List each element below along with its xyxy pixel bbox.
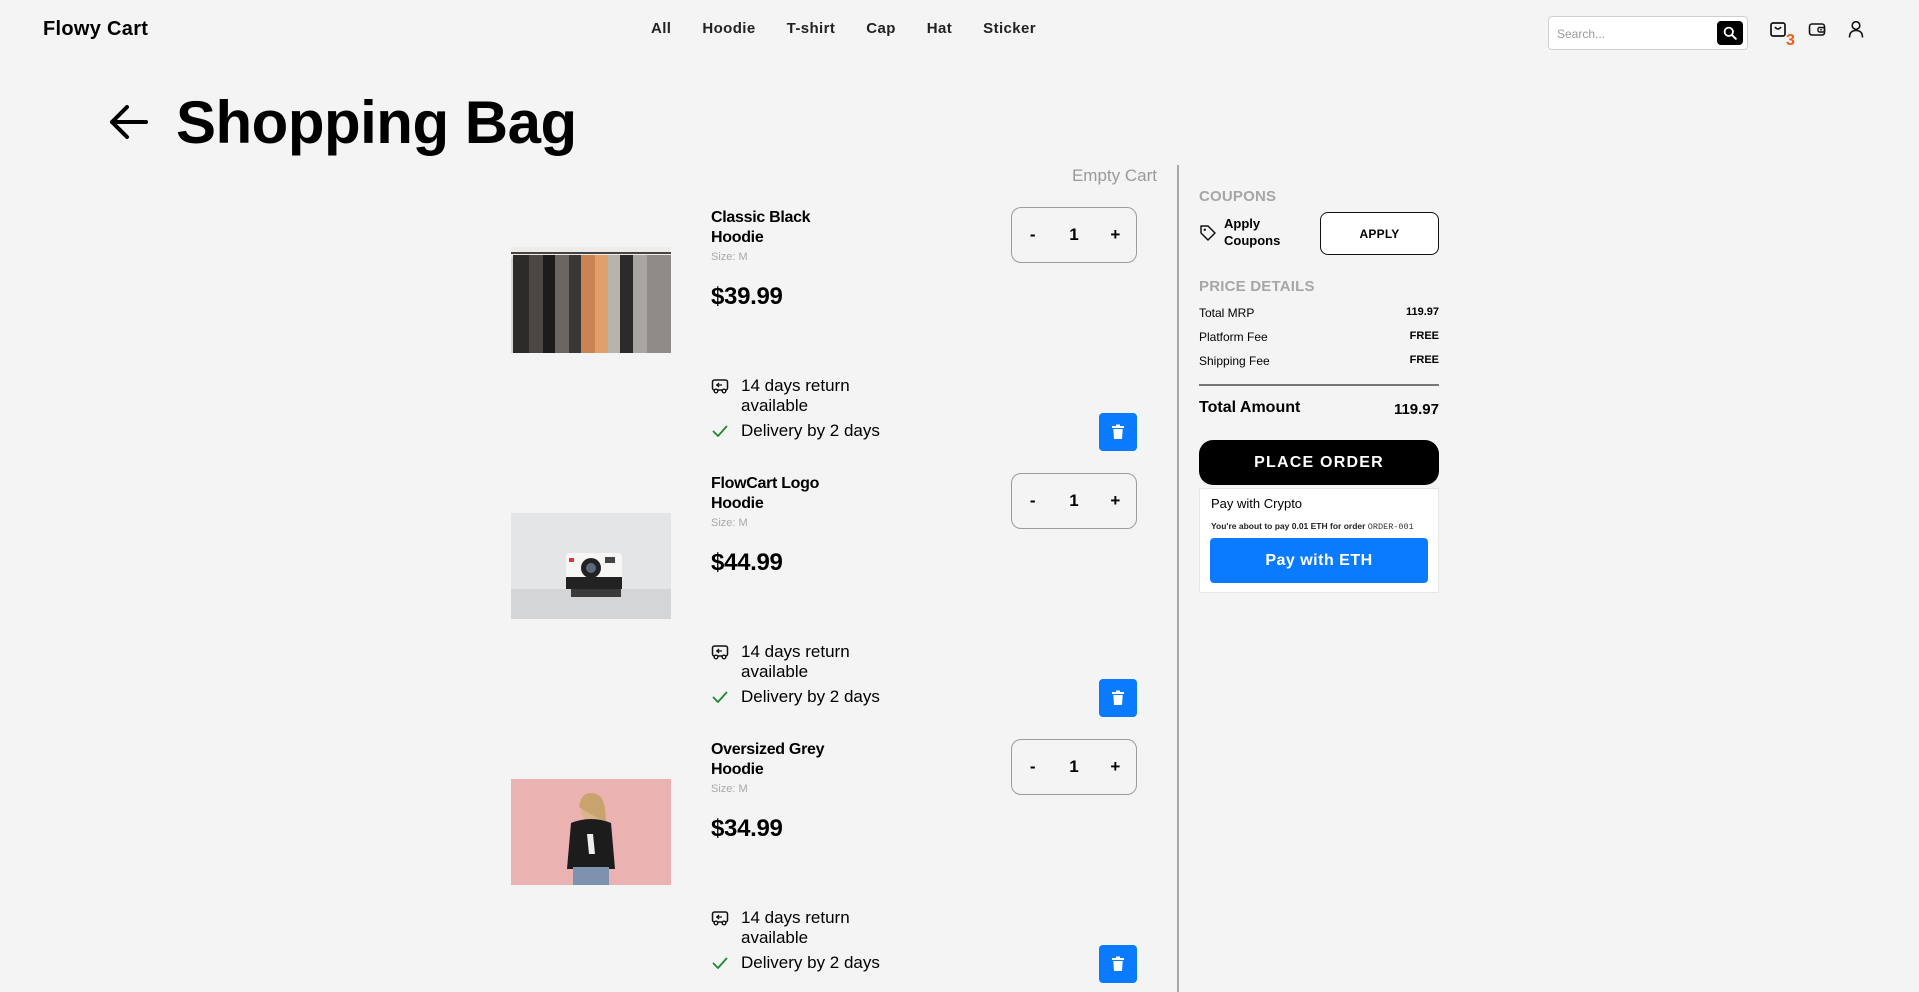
cart-count-badge: 3	[1786, 32, 1795, 49]
user-icon	[1848, 20, 1864, 38]
price-row-platform-fee: Platform Fee FREE	[1199, 330, 1439, 344]
crypto-message: You're about to pay 0.01 ETH for order O…	[1211, 521, 1414, 532]
quantity-stepper: - 1 +	[1011, 473, 1137, 529]
remove-item-button[interactable]	[1099, 945, 1137, 983]
delivery-info: Delivery by 2 days	[711, 953, 911, 973]
search-box	[1548, 16, 1748, 50]
price-details-heading: PRICE DETAILS	[1199, 278, 1315, 295]
crypto-title: Pay with Crypto	[1211, 496, 1303, 511]
product-price: $44.99	[711, 549, 783, 576]
apply-coupons-label: Apply Coupons	[1224, 216, 1281, 248]
search-icon	[1723, 26, 1737, 40]
increase-qty-button[interactable]: +	[1100, 491, 1130, 511]
nav-tshirt[interactable]: T-shirt	[787, 20, 836, 37]
nav-hat[interactable]: Hat	[927, 20, 952, 37]
quantity-value: 1	[1069, 225, 1079, 244]
account-button[interactable]	[1845, 18, 1867, 40]
crypto-payment-panel: Pay with Crypto You're about to pay 0.01…	[1199, 488, 1439, 593]
price-row-total-mrp: Total MRP 119.97	[1199, 306, 1439, 320]
product-name[interactable]: FlowCart Logo Hoodie	[711, 474, 841, 514]
product-image[interactable]	[511, 779, 671, 885]
delivery-info: Delivery by 2 days	[711, 421, 911, 441]
nav-cap[interactable]: Cap	[866, 20, 896, 37]
price-row-value: FREE	[1409, 330, 1439, 342]
price-row-value: FREE	[1409, 354, 1439, 366]
return-truck-icon	[711, 911, 729, 926]
product-price: $34.99	[711, 815, 783, 842]
quantity-stepper: - 1 +	[1011, 207, 1137, 263]
price-row-label: Total MRP	[1199, 306, 1255, 320]
product-name[interactable]: Oversized Grey Hoodie	[711, 740, 841, 780]
search-button[interactable]	[1717, 21, 1743, 45]
quantity-stepper: - 1 +	[1011, 739, 1137, 795]
cart-item: Classic Black Hoodie Size: M $39.99 - 1 …	[511, 200, 1141, 465]
nav-sticker[interactable]: Sticker	[983, 20, 1036, 37]
return-info: 14 days return available	[711, 908, 911, 948]
price-row-shipping-fee: Shipping Fee FREE	[1199, 354, 1439, 368]
brand-logo[interactable]: Flowy Cart	[43, 18, 148, 41]
return-text: 14 days return available	[741, 376, 850, 415]
decrease-qty-button[interactable]: -	[1018, 757, 1048, 777]
empty-cart-link[interactable]: Empty Cart	[1000, 166, 1157, 186]
return-truck-icon	[711, 379, 729, 394]
place-order-button[interactable]: PLACE ORDER	[1199, 440, 1439, 485]
product-size: Size: M	[711, 517, 748, 529]
delivery-info: Delivery by 2 days	[711, 687, 911, 707]
total-amount-label: Total Amount	[1199, 399, 1301, 416]
column-divider	[1177, 165, 1179, 992]
price-row-label: Platform Fee	[1199, 330, 1268, 344]
nav-hoodie[interactable]: Hoodie	[702, 20, 755, 37]
order-id: ORDER-001	[1367, 522, 1414, 532]
product-image[interactable]	[511, 513, 671, 619]
delivery-text: Delivery by 2 days	[741, 687, 880, 706]
quantity-value: 1	[1069, 491, 1079, 510]
product-image[interactable]	[511, 247, 671, 353]
delivery-text: Delivery by 2 days	[741, 953, 880, 972]
return-info: 14 days return available	[711, 376, 911, 416]
total-amount-row: Total Amount 119.97	[1199, 399, 1439, 418]
crypto-message-text: You're about to pay 0.01 ETH for order	[1211, 521, 1366, 531]
decrease-qty-button[interactable]: -	[1018, 491, 1048, 511]
total-amount-value: 119.97	[1393, 401, 1439, 418]
price-row-value: 119.97	[1405, 306, 1439, 318]
page-title: Shopping Bag	[176, 89, 577, 156]
product-name[interactable]: Classic Black Hoodie	[711, 208, 841, 248]
cart-item: FlowCart Logo Hoodie Size: M $44.99 - 1 …	[511, 466, 1141, 731]
tag-icon	[1200, 225, 1216, 241]
price-row-label: Shipping Fee	[1199, 354, 1270, 368]
cart-item: Oversized Grey Hoodie Size: M $34.99 - 1…	[511, 732, 1141, 992]
check-icon	[712, 425, 728, 437]
search-input[interactable]	[1557, 24, 1707, 44]
wallet-icon	[1808, 23, 1826, 36]
product-size: Size: M	[711, 251, 748, 263]
return-text: 14 days return available	[741, 642, 850, 681]
back-arrow-icon[interactable]	[106, 100, 150, 144]
increase-qty-button[interactable]: +	[1100, 225, 1130, 245]
product-size: Size: M	[711, 783, 748, 795]
increase-qty-button[interactable]: +	[1100, 757, 1130, 777]
return-info: 14 days return available	[711, 642, 911, 682]
summary-divider	[1199, 384, 1439, 386]
pay-with-eth-button[interactable]: Pay with ETH	[1210, 538, 1428, 583]
delivery-text: Delivery by 2 days	[741, 421, 880, 440]
cart-icon	[1770, 22, 1786, 37]
check-icon	[712, 691, 728, 703]
apply-coupon-button[interactable]: APPLY	[1320, 212, 1439, 255]
remove-item-button[interactable]	[1099, 413, 1137, 451]
product-price: $39.99	[711, 283, 783, 310]
trash-icon	[1112, 424, 1124, 439]
trash-icon	[1112, 690, 1124, 705]
quantity-value: 1	[1069, 757, 1079, 776]
check-icon	[712, 957, 728, 969]
category-nav: All Hoodie T-shirt Cap Hat Sticker	[651, 20, 1067, 37]
trash-icon	[1112, 956, 1124, 971]
nav-all[interactable]: All	[651, 20, 671, 37]
wallet-button[interactable]	[1806, 18, 1828, 40]
top-navbar: Flowy Cart All Hoodie T-shirt Cap Hat St…	[0, 0, 1919, 60]
decrease-qty-button[interactable]: -	[1018, 225, 1048, 245]
remove-item-button[interactable]	[1099, 679, 1137, 717]
return-text: 14 days return available	[741, 908, 850, 947]
return-truck-icon	[711, 645, 729, 660]
coupons-heading: COUPONS	[1199, 188, 1277, 205]
